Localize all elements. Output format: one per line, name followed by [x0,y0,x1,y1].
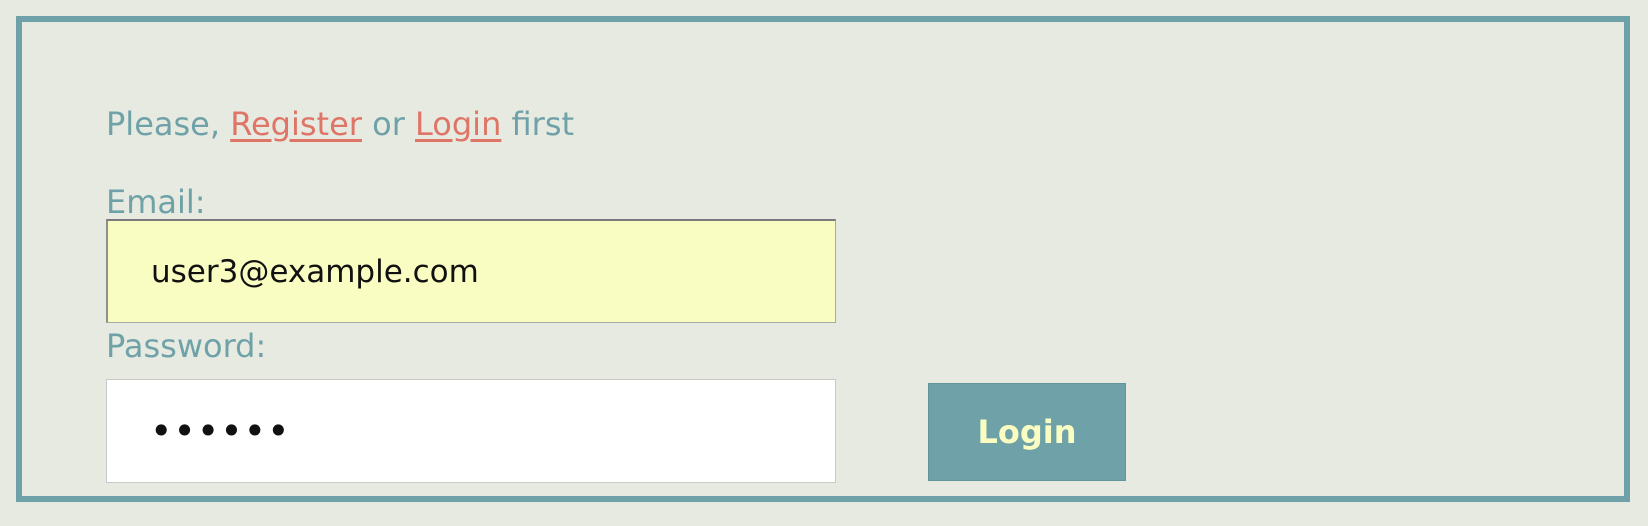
password-field[interactable] [106,379,836,483]
password-label: Password: [106,327,267,365]
login-panel: Please, Register or Login first Email: P… [16,16,1630,502]
prompt-text-before: Please, [106,105,221,143]
prompt-text-after: first [511,105,575,143]
email-field[interactable] [106,219,836,323]
login-link[interactable]: Login [415,105,501,143]
register-link[interactable]: Register [230,105,362,143]
prompt-text-or: or [372,105,405,143]
login-prompt: Please, Register or Login first [106,104,574,144]
login-button[interactable]: Login [928,383,1126,481]
email-label: Email: [106,183,206,221]
